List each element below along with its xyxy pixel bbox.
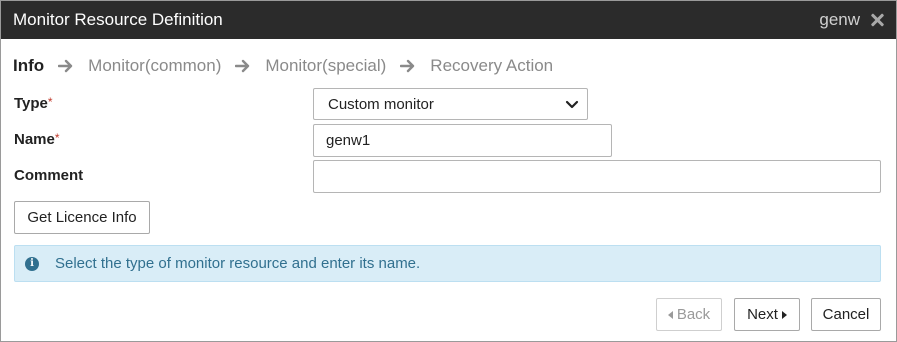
next-button[interactable]: Next [734, 298, 800, 331]
arrow-right-icon [400, 59, 416, 73]
chevron-down-icon [565, 98, 579, 115]
name-input-value: genw1 [326, 132, 371, 149]
comment-label: Comment [14, 167, 83, 184]
step-info: Info [13, 56, 45, 75]
name-input[interactable]: genw1 [313, 124, 612, 157]
required-mark: * [54, 131, 60, 145]
step-monitor-common: Monitor(common) [88, 56, 222, 75]
step-recovery-action: Recovery Action [430, 56, 554, 75]
caret-left-icon [667, 310, 673, 319]
back-label: Back [676, 306, 711, 323]
resource-name: genw [819, 10, 860, 29]
info-message: Select the type of monitor resource and … [55, 255, 421, 272]
name-label: Name* [14, 131, 60, 148]
arrow-right-icon [58, 59, 74, 73]
step-monitor-special: Monitor(special) [265, 56, 387, 75]
next-label: Next [747, 306, 778, 323]
type-label: Type* [14, 95, 53, 112]
cancel-button[interactable]: Cancel [811, 298, 881, 331]
comment-label-text: Comment [14, 167, 84, 184]
dialog-title: Monitor Resource Definition [13, 10, 223, 29]
get-licence-info-button[interactable]: Get Licence Info [14, 201, 150, 234]
comment-input[interactable] [313, 160, 881, 193]
arrow-right-icon [235, 59, 251, 73]
type-label-text: Type [14, 95, 48, 112]
monitor-resource-dialog: Monitor Resource Definition genw Info Mo… [0, 0, 897, 342]
info-alert: i Select the type of monitor resource an… [14, 245, 881, 282]
close-icon[interactable] [870, 13, 884, 27]
caret-right-icon [781, 310, 787, 319]
title-right: genw [819, 10, 884, 30]
back-button[interactable]: Back [656, 298, 722, 331]
wizard-steps: Info Monitor(common) Monitor(special) Re… [13, 55, 553, 77]
name-label-text: Name [14, 131, 55, 148]
get-licence-info-label: Get Licence Info [27, 209, 137, 226]
title-bar: Monitor Resource Definition genw [1, 1, 896, 39]
type-select-value: Custom monitor [328, 95, 434, 113]
info-icon: i [25, 256, 39, 271]
type-select[interactable]: Custom monitor [313, 88, 588, 120]
required-mark: * [47, 95, 53, 109]
cancel-label: Cancel [822, 306, 870, 323]
